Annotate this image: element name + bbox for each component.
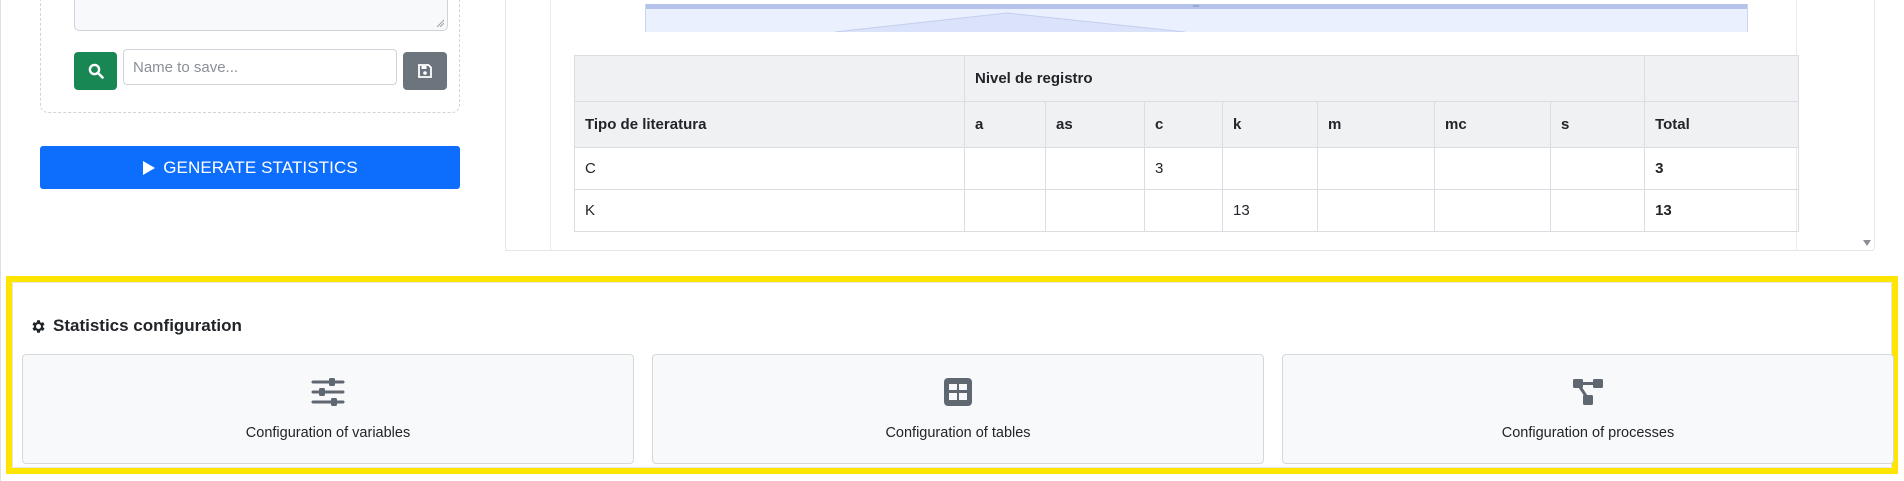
table-grid-icon (944, 378, 972, 406)
config-processes-card[interactable]: Configuration of processes (1282, 354, 1894, 464)
table-cell (1317, 147, 1435, 190)
config-variables-card[interactable]: Configuration of variables (22, 354, 634, 464)
statistics-configuration-title: Statistics configuration (30, 316, 242, 336)
name-to-save-input[interactable] (123, 49, 397, 85)
table-header-empty (574, 55, 965, 102)
column-header: Tipo de literatura (574, 101, 965, 148)
table-cell-total: 13 (1644, 189, 1800, 232)
query-textarea[interactable] (74, 0, 448, 31)
gear-icon (32, 319, 45, 333)
sliders-icon (311, 378, 345, 406)
table-clip-mask (506, 251, 1873, 271)
statistics-table: Nivel de registro Tipo de literatura a a… (574, 55, 1800, 232)
table-cell (1222, 147, 1318, 190)
table-header-group-row: Nivel de registro (574, 55, 1800, 102)
config-variables-label: Configuration of variables (245, 425, 411, 441)
table-cell (1434, 147, 1551, 190)
table-cell (1317, 189, 1435, 232)
table-cell (1045, 189, 1145, 232)
column-header: c (1144, 101, 1223, 148)
table-row: C 3 3 (574, 147, 1800, 190)
floppy-disk-icon (418, 64, 432, 78)
table-cell (964, 147, 1046, 190)
table-cell (1144, 189, 1223, 232)
table-cell: 13 (1222, 189, 1318, 232)
table-header-empty (1644, 55, 1800, 102)
config-tables-label: Configuration of tables (885, 425, 1031, 441)
page-left-border (0, 0, 1, 481)
column-header: s (1549, 101, 1646, 148)
results-panel-bottom-border (505, 250, 1873, 251)
table-cell (1549, 147, 1646, 190)
table-cell (1045, 147, 1145, 190)
generate-statistics-label: GENERATE STATISTICS (163, 157, 358, 177)
statistics-configuration-section: Statistics configuration Configuration o… (6, 276, 1898, 474)
resize-grip-icon[interactable] (436, 19, 444, 27)
table-cell (1549, 189, 1646, 232)
table-row: K 13 13 (574, 189, 1800, 232)
column-header: Total (1644, 101, 1800, 148)
column-header: k (1222, 101, 1318, 148)
table-cell: K (574, 189, 965, 232)
save-button[interactable] (403, 52, 447, 90)
table-cell-total: 3 (1644, 147, 1800, 190)
table-cell: 3 (1144, 147, 1223, 190)
table-header-row: Tipo de literatura a as c k m mc s Total (574, 101, 1800, 148)
config-processes-label: Configuration of processes (1501, 425, 1675, 441)
search-button[interactable] (74, 52, 117, 90)
table-cell (1434, 189, 1551, 232)
chart-preview (645, 4, 1748, 32)
table-group-header: Nivel de registro (963, 55, 1646, 102)
generate-statistics-button[interactable]: GENERATE STATISTICS (40, 146, 460, 189)
column-header: as (1045, 101, 1145, 148)
process-diagram-icon (1573, 379, 1603, 405)
column-header: m (1317, 101, 1435, 148)
config-tables-card[interactable]: Configuration of tables (652, 354, 1264, 464)
play-icon (143, 160, 156, 175)
column-header: mc (1434, 101, 1551, 148)
statistics-configuration-title-text: Statistics configuration (53, 316, 242, 335)
scroll-down-arrow-icon[interactable] (1862, 239, 1872, 247)
search-icon (88, 63, 104, 79)
table-cell (964, 189, 1046, 232)
table-cell: C (574, 147, 965, 190)
column-header: a (964, 101, 1046, 148)
